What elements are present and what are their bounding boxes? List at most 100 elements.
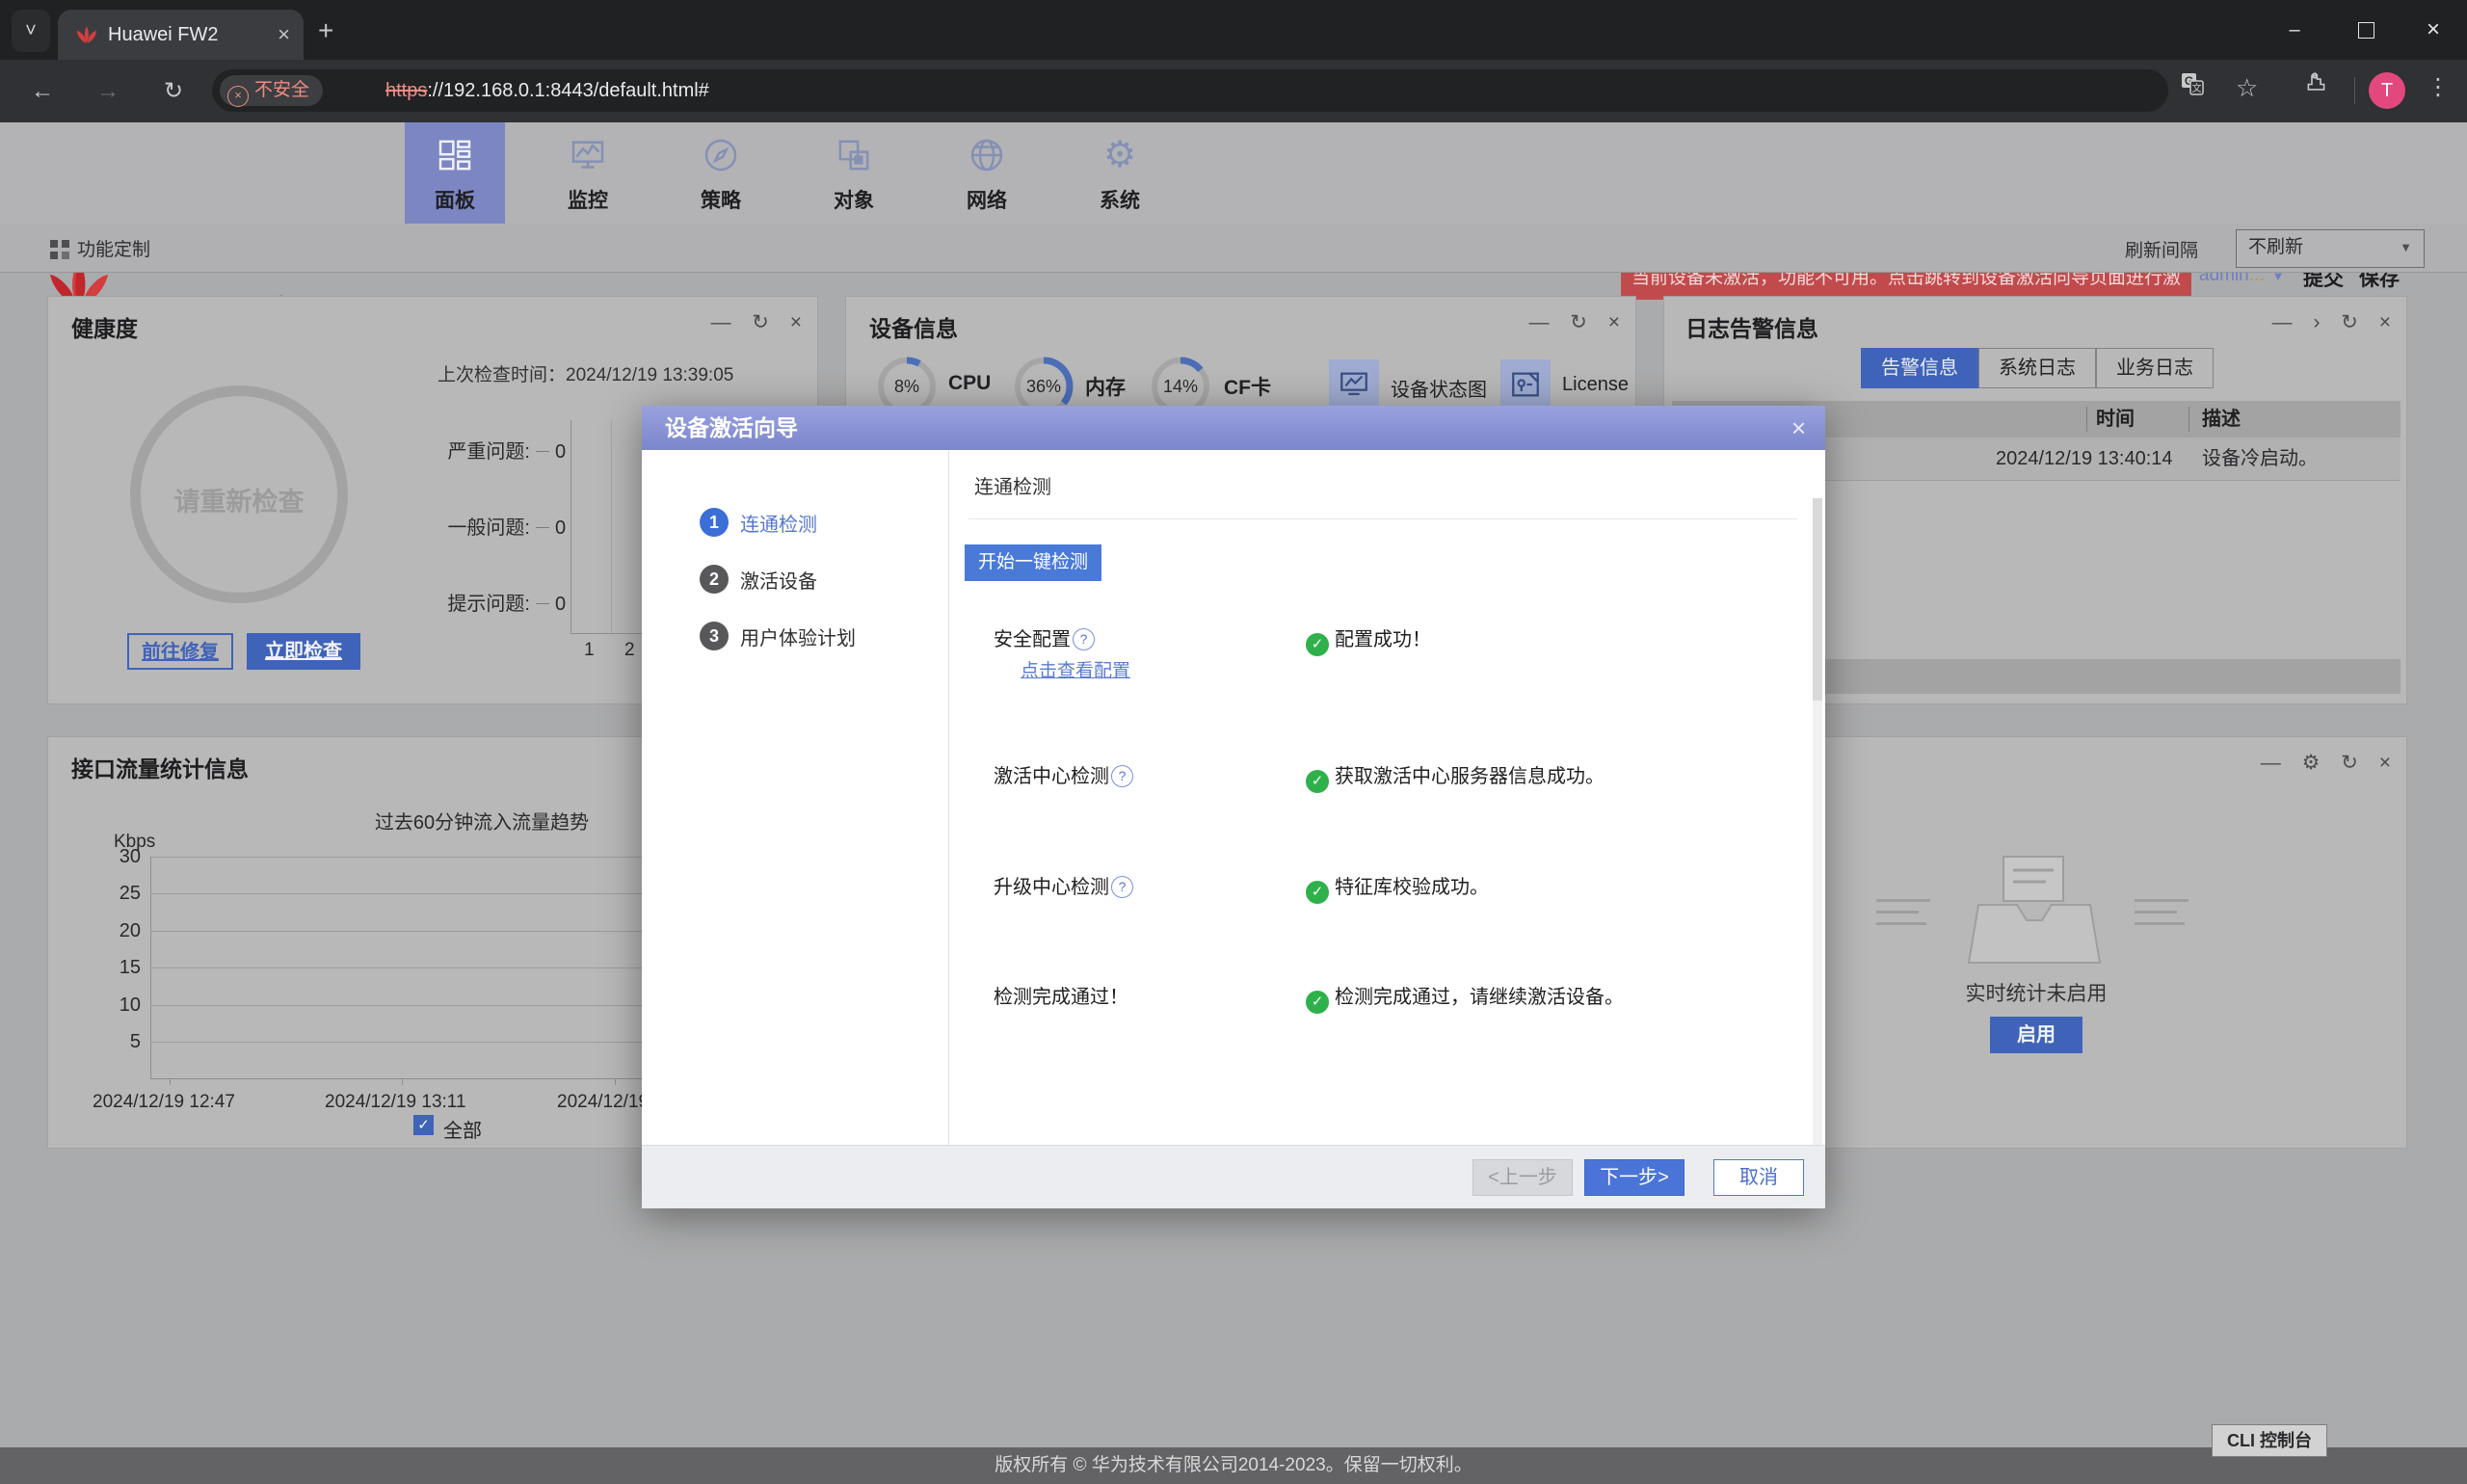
minimize-icon[interactable]: — bbox=[2272, 311, 2293, 333]
minimize-icon[interactable]: — bbox=[710, 311, 730, 333]
check-now-button[interactable]: 立即检查 bbox=[247, 633, 360, 670]
success-check-icon: ✓ bbox=[1306, 881, 1329, 904]
status-complete: ✓检测完成通过，请继续激活设备。 bbox=[1306, 981, 1624, 1014]
close-icon[interactable]: × bbox=[1791, 406, 1806, 450]
dialog-footer: <上一步 下一步> 取消 bbox=[642, 1145, 1825, 1208]
status-upgrade-center: ✓特征库校验成功。 bbox=[1306, 871, 1489, 904]
success-check-icon: ✓ bbox=[1306, 633, 1329, 656]
extensions-icon[interactable] bbox=[2303, 71, 2326, 94]
log-desc: 设备冷启动。 bbox=[2202, 437, 2318, 480]
toolbar-divider bbox=[2354, 77, 2355, 104]
security-chip[interactable]: ×不安全 bbox=[220, 75, 323, 106]
chevron-down-icon: ▼ bbox=[2400, 230, 2412, 265]
go-fix-button[interactable]: 前往修复 bbox=[127, 633, 233, 670]
monitor-icon bbox=[569, 136, 607, 174]
license-link[interactable]: License bbox=[1562, 374, 1629, 396]
panel-title: 健康度 bbox=[71, 310, 138, 343]
check-security-config: 安全配置? bbox=[994, 623, 1095, 651]
close-icon[interactable]: × bbox=[790, 311, 802, 333]
step-user-experience: 3用户体验计划 bbox=[700, 622, 856, 652]
browser-tab[interactable]: Huawei FW2 × bbox=[58, 10, 304, 60]
copyright-bar: 版权所有 © 华为技术有限公司2014-2023。保留一切权利。 bbox=[0, 1447, 2467, 1484]
address-bar[interactable]: ×不安全 https://192.168.0.1:8443/default.ht… bbox=[212, 69, 2168, 112]
reload-icon[interactable]: ↻ bbox=[154, 73, 193, 110]
object-icon bbox=[835, 136, 873, 174]
enable-button[interactable]: 启用 bbox=[1990, 1017, 2082, 1053]
help-icon[interactable]: ? bbox=[1073, 628, 1095, 650]
activation-wizard-dialog: 设备激活向导 × 1连通检测 2激活设备 3用户体验计划 连通检测 开始一键检测… bbox=[642, 406, 1825, 1208]
nav-tab-system[interactable]: ⚙ 系统 bbox=[1070, 122, 1170, 224]
close-icon[interactable]: × bbox=[1608, 311, 1620, 333]
step-connectivity: 1连通检测 bbox=[700, 508, 817, 539]
wizard-content: 连通检测 开始一键检测 安全配置? 点击查看配置 ✓配置成功！ 激活中心检测? … bbox=[949, 450, 1825, 1145]
close-icon[interactable]: × bbox=[2379, 311, 2391, 333]
tab-search-button[interactable]: ˅ bbox=[12, 10, 50, 52]
dialog-header: 设备激活向导 × bbox=[642, 406, 1825, 450]
refresh-icon[interactable]: ↻ bbox=[2341, 311, 2358, 333]
device-status-link[interactable]: 设备状态图 bbox=[1391, 374, 1487, 402]
grid-icon bbox=[50, 240, 69, 259]
device-status-icon[interactable] bbox=[1329, 359, 1379, 410]
cli-console-button[interactable]: CLI 控制台 bbox=[2212, 1424, 2327, 1457]
next-step-button[interactable]: 下一步> bbox=[1584, 1159, 1684, 1196]
nav-tab-policy[interactable]: 策略 bbox=[671, 122, 771, 224]
success-check-icon: ✓ bbox=[1306, 770, 1329, 793]
minimize-icon[interactable]: — bbox=[2261, 752, 2281, 774]
close-icon[interactable]: × bbox=[2379, 752, 2391, 774]
forward-icon[interactable]: → bbox=[89, 73, 127, 110]
chart-title: 过去60分钟流入流量趋势 bbox=[279, 807, 684, 835]
panel-title: 设备信息 bbox=[869, 310, 958, 343]
empty-stats-illustration bbox=[1957, 849, 2111, 970]
back-icon[interactable]: ← bbox=[23, 73, 62, 110]
help-icon[interactable]: ? bbox=[1111, 765, 1133, 787]
profile-avatar[interactable]: T bbox=[2369, 72, 2405, 109]
scrollbar-track[interactable] bbox=[1813, 498, 1822, 1145]
window-maximize-button[interactable] bbox=[2336, 0, 2396, 60]
window-close-button[interactable]: × bbox=[2403, 0, 2463, 60]
check-complete: 检测完成通过！ bbox=[994, 981, 1128, 1009]
panel-title: 接口流量统计信息 bbox=[71, 751, 249, 783]
translate-icon[interactable]: G 文 bbox=[2180, 71, 2205, 96]
legend-label: 全部 bbox=[443, 1115, 482, 1143]
health-score-circle[interactable]: 请重新检查 bbox=[130, 385, 348, 603]
browser-url-row: ← → ↻ ×不安全 https://192.168.0.1:8443/defa… bbox=[0, 60, 2467, 122]
globe-icon bbox=[968, 136, 1006, 174]
check-activation-center: 激活中心检测? bbox=[994, 760, 1133, 788]
new-tab-button[interactable]: + bbox=[318, 15, 333, 46]
start-detection-button[interactable]: 开始一键检测 bbox=[965, 544, 1101, 581]
dashboard-toolbar: 功能定制 刷新间隔 不刷新▼ bbox=[0, 224, 2467, 273]
panel-title: 日志告警信息 bbox=[1685, 310, 1818, 343]
problem-row-general: 一般问题:0 bbox=[366, 512, 597, 540]
bookmark-star-icon[interactable]: ☆ bbox=[2236, 73, 2258, 103]
license-icon[interactable] bbox=[1500, 359, 1551, 410]
tab-system-log[interactable]: 系统日志 bbox=[1978, 348, 2096, 388]
view-config-link[interactable]: 点击查看配置 bbox=[1021, 656, 1130, 682]
refresh-interval-select[interactable]: 不刷新▼ bbox=[2236, 229, 2425, 268]
tab-alarm-info[interactable]: 告警信息 bbox=[1861, 348, 1978, 388]
expand-icon[interactable]: › bbox=[2313, 311, 2320, 333]
browser-menu-icon[interactable]: ⋮ bbox=[2427, 73, 2450, 101]
legend-checkbox[interactable]: ✓ bbox=[413, 1115, 434, 1135]
problem-row-critical: 严重问题:0 bbox=[366, 436, 597, 464]
nav-tab-network[interactable]: 网络 bbox=[937, 122, 1037, 224]
refresh-icon[interactable]: ↻ bbox=[2341, 752, 2358, 774]
tab-business-log[interactable]: 业务日志 bbox=[2096, 348, 2214, 388]
nav-tab-object[interactable]: 对象 bbox=[804, 122, 904, 224]
previous-step-button[interactable]: <上一步 bbox=[1472, 1159, 1573, 1196]
window-minimize-button[interactable]: – bbox=[2265, 0, 2324, 60]
nav-tab-monitor[interactable]: 监控 bbox=[538, 122, 638, 224]
gear-icon: ⚙ bbox=[1103, 136, 1136, 174]
scrollbar-thumb[interactable] bbox=[1813, 498, 1822, 701]
cancel-button[interactable]: 取消 bbox=[1713, 1159, 1804, 1196]
status-activation-center: ✓获取激活中心服务器信息成功。 bbox=[1306, 760, 1605, 793]
customize-widgets-button[interactable]: 功能定制 bbox=[50, 235, 150, 261]
refresh-icon[interactable]: ↻ bbox=[1570, 311, 1587, 333]
section-title: 连通检测 bbox=[974, 471, 1051, 499]
refresh-icon[interactable]: ↻ bbox=[752, 311, 769, 333]
minimize-icon[interactable]: — bbox=[1528, 311, 1549, 333]
help-icon[interactable]: ? bbox=[1111, 876, 1133, 898]
gear-icon[interactable]: ⚙ bbox=[2302, 752, 2321, 774]
browser-tab-strip: ˅ Huawei FW2 × + – × bbox=[0, 0, 2467, 60]
tab-close-icon[interactable]: × bbox=[278, 22, 290, 47]
nav-tab-dashboard[interactable]: 面板 bbox=[405, 122, 505, 224]
